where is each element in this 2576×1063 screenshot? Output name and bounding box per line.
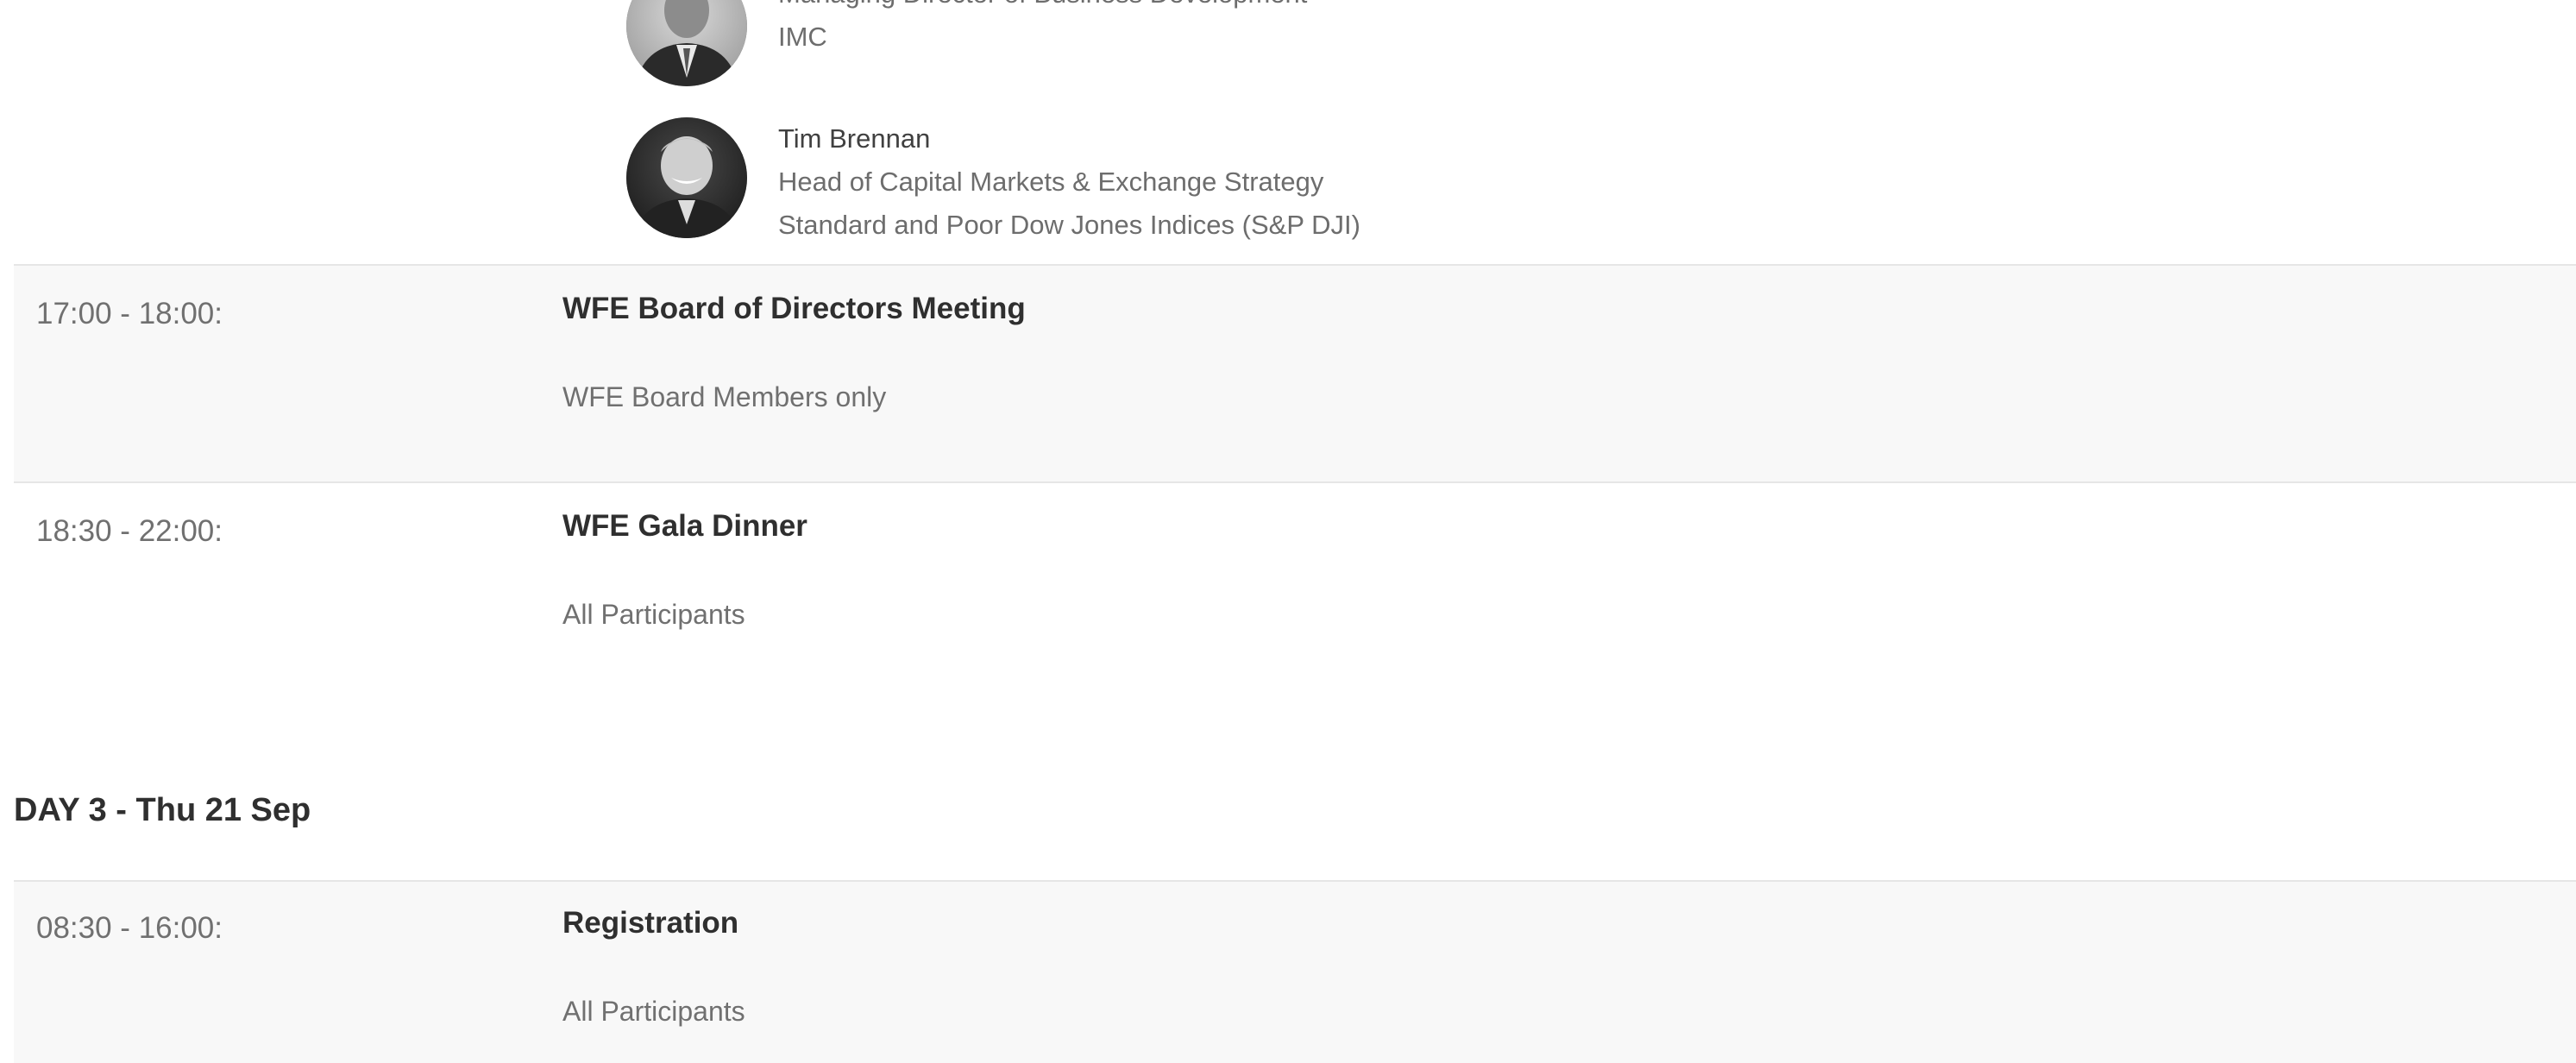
- agenda-row: 08:30 - 16:00: Registration All Particip…: [14, 880, 2576, 1063]
- session-audience: All Participants: [562, 996, 745, 1027]
- session-time: 18:30 - 22:00:: [36, 514, 223, 548]
- speaker-name: Tim Brennan: [778, 123, 931, 154]
- speaker-role: Head of Capital Markets & Exchange Strat…: [778, 167, 1324, 197]
- session-title: WFE Board of Directors Meeting: [562, 292, 1026, 325]
- speaker-organization: Standard and Poor Dow Jones Indices (S&P…: [778, 210, 1360, 240]
- speaker-photo-icon: [626, 0, 747, 86]
- session-audience: All Participants: [562, 599, 745, 630]
- speaker-organization: IMC: [778, 22, 827, 52]
- session-time: 08:30 - 16:00:: [36, 911, 223, 945]
- speaker-avatar: [626, 117, 747, 238]
- session-title: WFE Gala Dinner: [562, 509, 807, 543]
- session-audience: WFE Board Members only: [562, 381, 887, 412]
- agenda-page: Managing Director of Business Developmen…: [0, 0, 2576, 1063]
- speaker-avatar: [626, 0, 747, 86]
- speaker-details: Managing Director of Business Developmen…: [778, 0, 1641, 59]
- session-title: Registration: [562, 906, 739, 940]
- speaker-details: Tim Brennan Head of Capital Markets & Ex…: [778, 117, 1641, 247]
- agenda-row: 18:30 - 22:00: WFE Gala Dinner All Parti…: [14, 481, 2576, 742]
- speaker-role: Managing Director of Business Developmen…: [778, 0, 1641, 16]
- agenda-row: 17:00 - 18:00: WFE Board of Directors Me…: [14, 264, 2576, 483]
- day-heading: DAY 3 - Thu 21 Sep: [14, 792, 311, 828]
- speaker-photo-icon: [626, 117, 747, 238]
- session-time: 17:00 - 18:00:: [36, 297, 223, 330]
